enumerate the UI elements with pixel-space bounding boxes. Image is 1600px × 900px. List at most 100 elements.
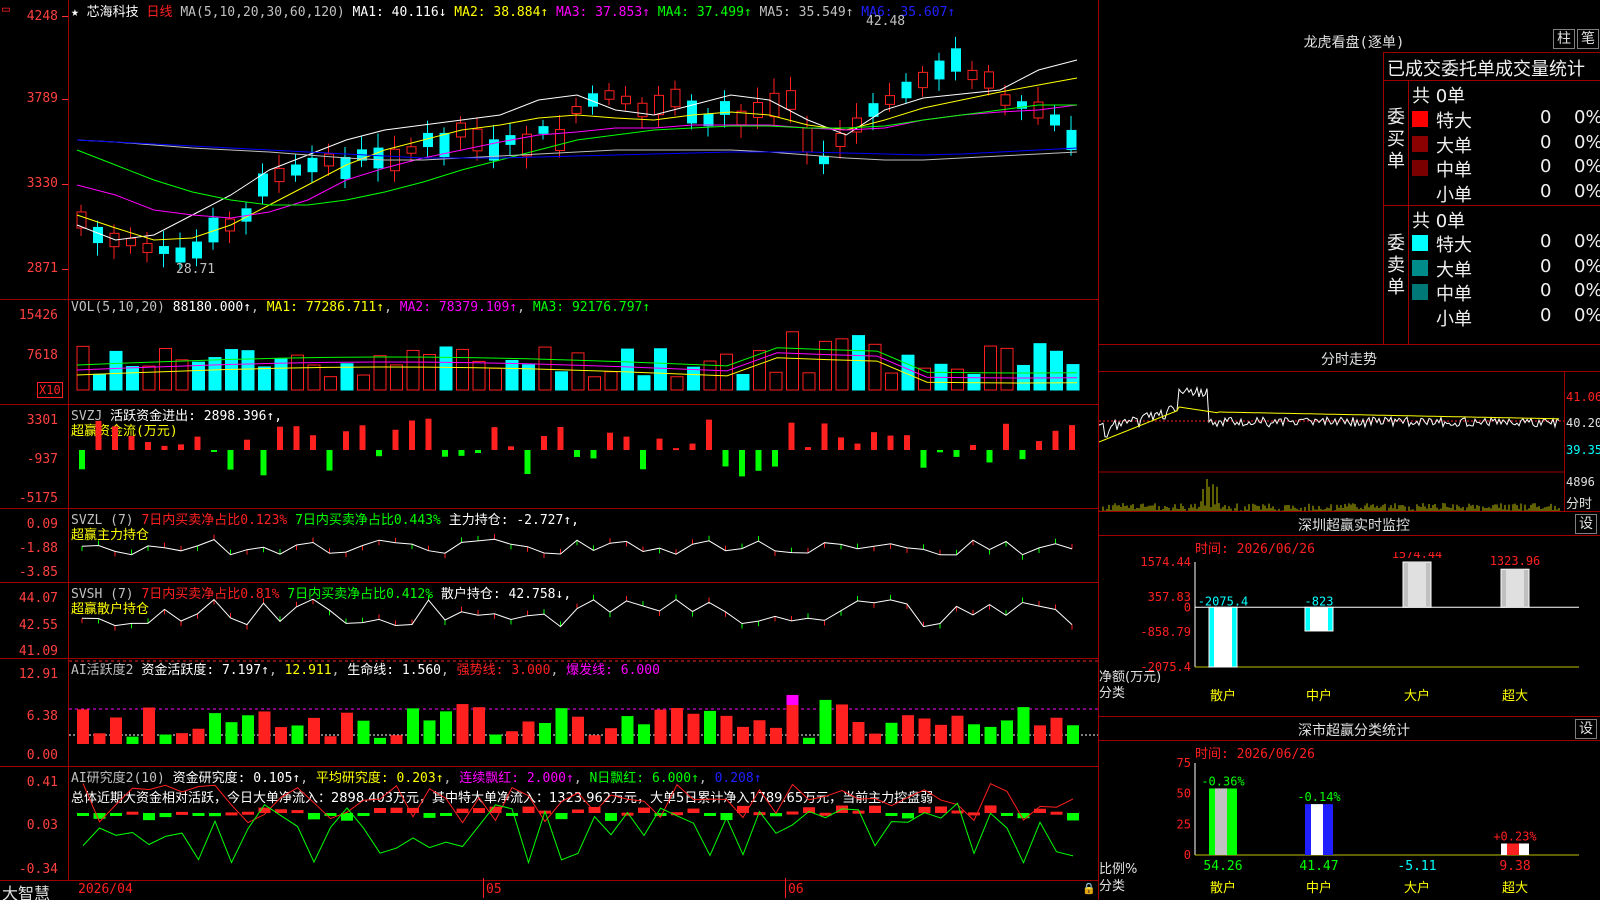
- fund-flow-bar: [277, 426, 283, 450]
- main-kline-panel[interactable]: ▭ 4248 3789 3330 2871 ★ 芯海科技 日线 MA(5,10,…: [0, 0, 1098, 299]
- sz-monitor-value-label: -2075.4: [1198, 594, 1249, 608]
- axis-ai-1: 12.91: [18, 667, 58, 682]
- intraday-axis-3: 39.35: [1566, 443, 1600, 457]
- fund-flow-bar: [772, 450, 778, 467]
- candle-body: [703, 113, 714, 127]
- buy-row-pct: 0%: [1574, 156, 1600, 177]
- activity-bar: [819, 699, 832, 744]
- sz-monitor-bar-inner: [1310, 607, 1328, 631]
- fund-flow-bar: [887, 435, 894, 450]
- fund-flow-bar: [590, 450, 597, 459]
- activity-bar: [143, 707, 155, 744]
- date-label-2: 05: [486, 882, 502, 897]
- sell-row-pct: 0%: [1574, 280, 1600, 301]
- volume-panel[interactable]: 15426 7618 X10 VOL(5,10,20) 88180.000↑, …: [0, 300, 1098, 404]
- volume-bar: [456, 348, 469, 391]
- sz-class-tick: 75: [1177, 757, 1191, 770]
- activity-bar: [93, 733, 106, 744]
- research-bar: [803, 807, 815, 813]
- ai-research-chart[interactable]: [69, 767, 1098, 880]
- sz-class-chart[interactable]: 75 50 25 0 -0.36% 54.26 散户 -0.14% 41.47 中户 -5.11 大户…: [1099, 757, 1600, 900]
- sell-total: 共 0单: [1412, 211, 1466, 232]
- sz-class-tick: 0: [1184, 848, 1191, 862]
- sz-class-delta-label: -0.14%: [1297, 790, 1341, 804]
- tick-mode-button[interactable]: 笔: [1577, 29, 1599, 49]
- candle-body: [637, 102, 648, 118]
- sz-monitor-chart[interactable]: 1574.44357.830-858.79-2075.4-2075.4散户-82…: [1099, 552, 1600, 716]
- lock-icon[interactable]: 🔒: [1082, 882, 1096, 895]
- intraday-chart[interactable]: [1099, 372, 1564, 511]
- volume-bar: [373, 355, 387, 391]
- svsh-chart[interactable]: [69, 583, 1098, 658]
- volume-bar: [637, 375, 651, 391]
- svsh-panel[interactable]: 44.07 42.55 41.09 SVSH (7) 7日内买卖净占比0.81%…: [0, 583, 1098, 659]
- sz-class-panel[interactable]: 深市超赢分类统计 设 时间: 2026/06/26 比例% 分类 75 50 25 0…: [1099, 717, 1600, 900]
- research-bar: [852, 810, 865, 814]
- research-bar: [522, 806, 535, 813]
- activity-bar: [225, 722, 238, 744]
- activity-bar: [968, 724, 980, 744]
- axis-vol-2: 7618: [26, 348, 58, 363]
- volume-chart[interactable]: [69, 300, 1098, 404]
- research-bar: [473, 808, 485, 813]
- volume-bar: [192, 361, 205, 391]
- research-bar: [440, 813, 452, 816]
- sz-monitor-panel[interactable]: 深圳超赢实时监控 设 时间: 2026/06/26 净额(万元) 分类 1574…: [1099, 512, 1600, 716]
- sell-row-name: 中单: [1436, 284, 1472, 305]
- dragon-tiger-panel: 龙虎看盘(逐单) 柱 笔 已成交委托单成交量统计 委买单 委卖单 共 0单 共 …: [1099, 0, 1600, 345]
- activity-bar: [456, 704, 469, 744]
- ai-active-chart[interactable]: [69, 659, 1098, 766]
- activity-bar: [869, 733, 881, 744]
- volume-bar: [357, 374, 370, 391]
- research-bar: [225, 812, 238, 816]
- sz-class-settings-button[interactable]: 设: [1575, 719, 1597, 739]
- volume-bar: [142, 365, 156, 391]
- fund-flow-bar: [904, 435, 910, 450]
- fund-flow-bar: [739, 450, 745, 477]
- volume-bar: [307, 364, 321, 391]
- activity-bar: [275, 727, 287, 744]
- axis-vol-1: 15426: [18, 308, 58, 323]
- activity-bar: [473, 707, 485, 744]
- sz-class-title: 深市超赢分类统计: [1298, 723, 1410, 739]
- svzj-chart[interactable]: [69, 405, 1098, 508]
- buy-row-pct: 0%: [1574, 180, 1600, 202]
- activity-bar: [555, 708, 568, 744]
- research-bar: [176, 811, 188, 815]
- activity-bar: [638, 724, 650, 744]
- candle-body: [258, 173, 268, 197]
- kline-chart[interactable]: [69, 0, 1098, 299]
- activity-bar: [357, 720, 370, 744]
- research-bar: [902, 813, 914, 819]
- fund-flow-bar: [524, 450, 531, 475]
- ma-line-2: [76, 77, 1078, 241]
- axis-ai-3: 0.00: [26, 748, 58, 763]
- research-bar: [159, 813, 172, 818]
- activity-bar: [687, 713, 700, 744]
- bar-mode-button[interactable]: 柱: [1553, 29, 1575, 49]
- buy-row-swatch: [1412, 160, 1428, 176]
- buy-row-pct: 0%: [1574, 107, 1600, 128]
- svzl-chart[interactable]: [69, 509, 1098, 582]
- research-bar: [572, 809, 584, 813]
- sz-monitor-settings-button[interactable]: 设: [1575, 514, 1597, 534]
- activity-bar: [159, 734, 172, 744]
- svzj-panel[interactable]: 3301 -937 -5175 SVZJ 活跃资金进出: 2898.396↑, …: [0, 405, 1098, 508]
- activity-bar: [803, 737, 815, 744]
- sz-monitor-tick: -2075.4: [1140, 660, 1191, 674]
- ai-active-panel[interactable]: 12.91 6.38 0.00 AI活跃度2 资金活跃度: 7.197↑, 12…: [0, 659, 1098, 766]
- volume-bar: [654, 348, 667, 391]
- candle-body: [753, 102, 763, 118]
- buy-row-name: 特大: [1436, 111, 1472, 132]
- volume-bar: [786, 331, 799, 391]
- sz-class-category: 中户: [1306, 880, 1332, 896]
- axis-svzj-1: 3301: [26, 413, 58, 428]
- intraday-panel[interactable]: 分时走势 41.06 40.20 39.35 4896 分时: [1099, 345, 1600, 512]
- sz-class-tick: 50: [1177, 787, 1191, 801]
- svzl-panel[interactable]: 0.09 -1.88 -3.85 SVZL (7) 7日内买卖净占比0.123%…: [0, 509, 1098, 582]
- activity-bar: [1067, 725, 1079, 744]
- research-bar: [77, 813, 89, 816]
- ai-research-panel[interactable]: 0.41 0.03 -0.34 AI研究度2(10) 资金研究度: 0.105↑…: [0, 767, 1098, 880]
- activity-bar: [324, 736, 337, 744]
- fund-flow-bar: [79, 450, 85, 470]
